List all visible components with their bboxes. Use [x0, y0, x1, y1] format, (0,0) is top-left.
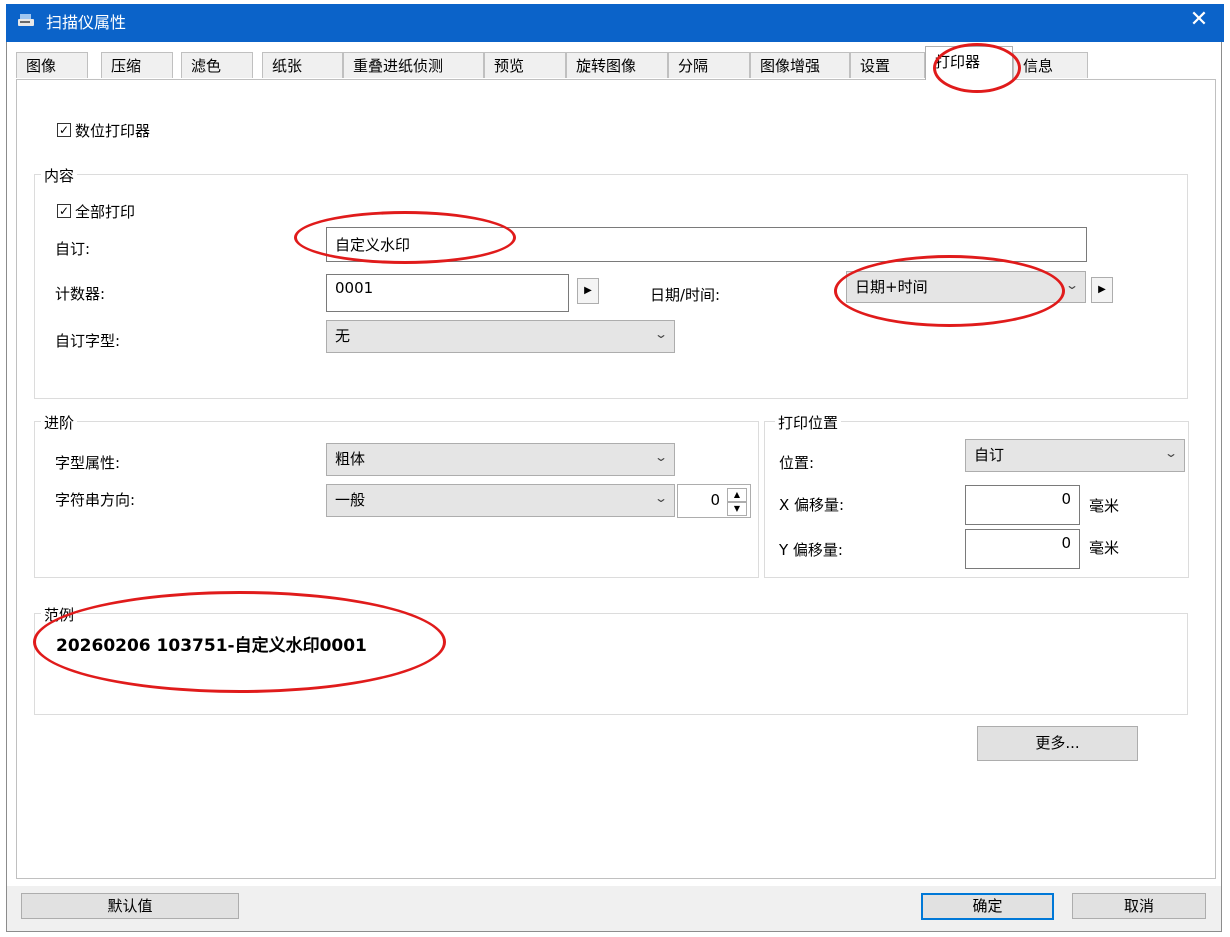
annotation-ellipse-custom-text — [294, 211, 516, 264]
x-offset-label: X 偏移量: — [779, 496, 845, 514]
chevron-down-icon: ⌄ — [653, 491, 669, 505]
annotation-ellipse-printer-tab — [933, 43, 1021, 93]
direction-value: 一般 — [335, 491, 366, 509]
datetime-arrow-button[interactable]: ▶ — [1091, 277, 1113, 303]
tab-color-dropout[interactable]: 滤色 — [181, 52, 253, 78]
tab-image[interactable]: 图像 — [16, 52, 88, 78]
window-title: 扫描仪属性 — [46, 13, 127, 32]
print-all-checkbox[interactable]: ✓ — [57, 204, 71, 218]
tab-multifeed-detection[interactable]: 重叠进纸侦测 — [343, 52, 484, 78]
x-offset-unit: 毫米 — [1089, 497, 1120, 515]
position-label: 位置: — [779, 454, 815, 472]
annotation-ellipse-datetime — [834, 255, 1065, 327]
advanced-group-title: 进阶 — [41, 412, 78, 433]
custom-font-select[interactable]: 无 ⌄ — [326, 320, 675, 353]
y-offset-input[interactable]: 0 — [965, 529, 1080, 569]
chevron-down-icon: ⌄ — [1163, 446, 1179, 460]
chevron-down-icon: ⌄ — [653, 450, 669, 464]
custom-font-value: 无 — [335, 327, 351, 345]
y-offset-unit: 毫米 — [1089, 539, 1120, 557]
chevron-down-icon: ⌄ — [1064, 278, 1080, 292]
tab-rotation[interactable]: 旋转图像 — [566, 52, 668, 78]
counter-input[interactable]: 0001 — [326, 274, 569, 312]
spin-down-icon[interactable]: ▼ — [727, 502, 747, 516]
tab-preview[interactable]: 预览 — [484, 52, 566, 78]
tab-settings[interactable]: 设置 — [850, 52, 925, 78]
spin-up-icon[interactable]: ▲ — [727, 488, 747, 502]
chevron-down-icon: ⌄ — [653, 327, 669, 341]
position-value: 自订 — [974, 446, 1005, 464]
counter-label: 计数器: — [55, 285, 106, 303]
ok-button[interactable]: 确定 — [921, 893, 1054, 920]
direction-label: 字符串方向: — [55, 491, 136, 509]
x-offset-input[interactable]: 0 — [965, 485, 1080, 525]
print-position-title: 打印位置 — [775, 412, 842, 433]
scanner-icon — [18, 14, 34, 26]
position-select[interactable]: 自订 ⌄ — [965, 439, 1185, 472]
content-group-title: 内容 — [41, 165, 78, 186]
font-attr-value: 粗体 — [335, 450, 366, 468]
tab-enhancement[interactable]: 图像增强 — [750, 52, 850, 78]
title-bar — [6, 4, 1224, 42]
y-offset-label: Y 偏移量: — [779, 541, 843, 559]
angle-spinner[interactable]: 0 ▲ ▼ — [677, 484, 751, 518]
direction-select[interactable]: 一般 ⌄ — [326, 484, 675, 517]
digital-printer-label: 数位打印器 — [75, 122, 151, 140]
datetime-label: 日期/时间: — [650, 286, 721, 304]
tab-paper[interactable]: 纸张 — [262, 52, 343, 78]
angle-value: 0 — [710, 491, 720, 509]
custom-font-label: 自订字型: — [55, 332, 121, 350]
font-attr-select[interactable]: 粗体 ⌄ — [326, 443, 675, 476]
tab-compression[interactable]: 压缩 — [101, 52, 173, 78]
annotation-ellipse-sample — [33, 591, 446, 693]
tab-separation[interactable]: 分隔 — [668, 52, 750, 78]
close-button[interactable]: ✕ — [1182, 5, 1216, 35]
more-button[interactable]: 更多... — [977, 726, 1138, 761]
cancel-button[interactable]: 取消 — [1072, 893, 1206, 919]
print-all-label: 全部打印 — [75, 203, 136, 221]
counter-arrow-button[interactable]: ▶ — [577, 278, 599, 304]
font-attr-label: 字型属性: — [55, 454, 121, 472]
custom-label: 自订: — [55, 240, 91, 258]
digital-printer-checkbox[interactable]: ✓ — [57, 123, 71, 137]
default-button[interactable]: 默认值 — [21, 893, 239, 919]
tab-info[interactable]: 信息 — [1013, 52, 1088, 78]
